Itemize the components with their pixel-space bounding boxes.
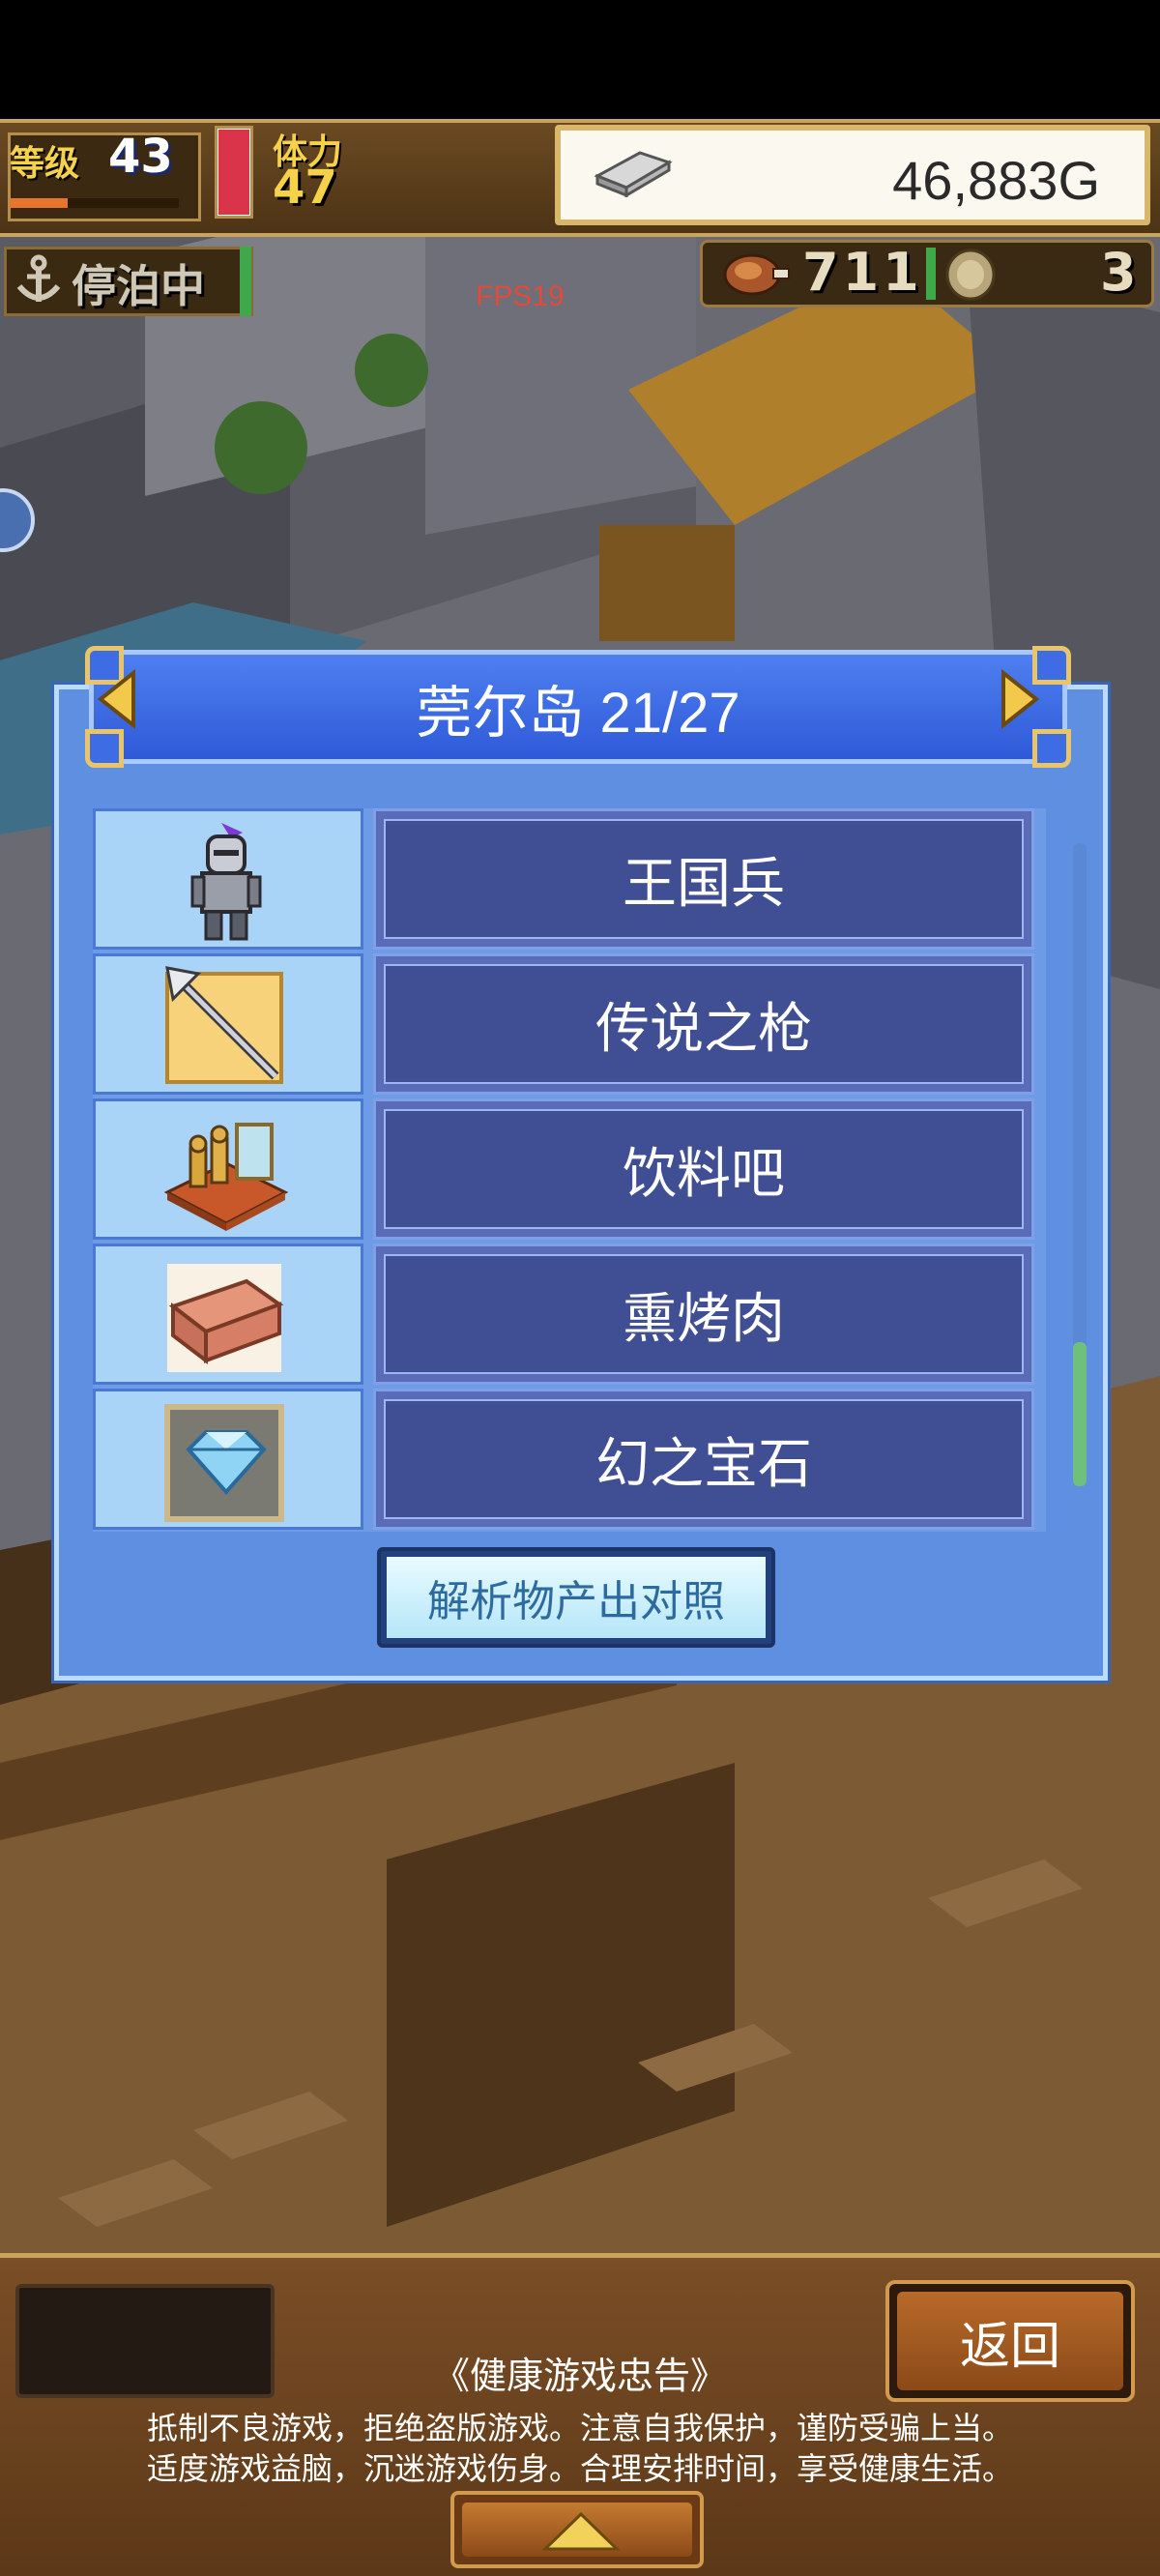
level-value: 43 xyxy=(108,130,173,184)
expand-menu-button[interactable] xyxy=(450,2491,704,2568)
item-name-cell: 饮料吧 xyxy=(373,1098,1034,1240)
item-icon-cell xyxy=(93,1244,363,1385)
medal-count: 3 xyxy=(1100,242,1137,303)
item-icon-cell xyxy=(93,808,363,950)
health-notice-line: 适度游戏益脑，沉迷游戏伤身。合理安排时间，享受健康生活。 xyxy=(146,2451,1013,2486)
food-count: 711 xyxy=(802,242,923,303)
fps-counter: FPS19 xyxy=(476,280,565,312)
health-notice-title: 《健康游戏忠告》 xyxy=(432,2356,727,2397)
list-scrollbar-thumb[interactable] xyxy=(1073,1342,1087,1486)
item-name-cell: 传说之枪 xyxy=(373,953,1034,1095)
item-name-cell: 王国兵 xyxy=(373,808,1034,950)
item-name: 饮料吧 xyxy=(384,1109,1024,1229)
analyze-products-button[interactable]: 解析物产出对照 xyxy=(377,1547,775,1648)
spear-icon xyxy=(165,966,283,1084)
diamond-icon xyxy=(164,1404,284,1522)
list-item[interactable]: 传说之枪 xyxy=(93,953,1046,1097)
dock-status-indicator xyxy=(240,247,251,316)
item-name: 王国兵 xyxy=(384,819,1024,939)
stamina-gauge-fill xyxy=(218,130,249,215)
item-icon-cell xyxy=(93,1389,363,1530)
experience-bar-fill xyxy=(10,198,68,208)
island-title: 莞尔岛 21/27 xyxy=(416,682,740,745)
smoked-meat-icon xyxy=(167,1264,284,1372)
item-name-cell: 幻之宝石 xyxy=(373,1389,1034,1530)
item-name: 传说之枪 xyxy=(384,964,1024,1084)
product-list[interactable]: 王国兵 传说之枪 饮料吧 熏烤肉 幻之宝石 xyxy=(93,808,1046,1532)
item-name-cell: 熏烤肉 xyxy=(373,1244,1034,1385)
analyze-products-label: 解析物产出对照 xyxy=(387,1557,766,1638)
item-name: 幻之宝石 xyxy=(384,1399,1024,1519)
anchor-icon xyxy=(12,253,66,311)
gold-bar-icon xyxy=(592,143,675,201)
item-icon-cell xyxy=(93,1098,363,1240)
list-item[interactable]: 饮料吧 xyxy=(93,1098,1046,1242)
level-label: 等级 xyxy=(10,144,80,184)
list-item[interactable]: 王国兵 xyxy=(93,808,1046,951)
arrow-up-icon xyxy=(541,2511,621,2551)
list-item[interactable]: 幻之宝石 xyxy=(93,1389,1046,1532)
medal-coin-icon xyxy=(942,248,999,306)
list-item[interactable]: 熏烤肉 xyxy=(93,1244,1046,1387)
gold-amount: 46,883G xyxy=(892,150,1100,211)
health-notice-line: 抵制不良游戏，拒绝盗版游戏。注意自我保护，谨防受骗上当。 xyxy=(146,2411,1013,2445)
knight-icon xyxy=(190,823,262,941)
item-name: 熏烤肉 xyxy=(384,1254,1024,1374)
drink-bar-icon xyxy=(163,1123,289,1231)
item-icon-cell xyxy=(93,953,363,1095)
meat-icon xyxy=(719,248,791,304)
dock-status-label: 停泊中 xyxy=(72,260,205,312)
stamina-value: 47 xyxy=(273,161,337,215)
food-indicator xyxy=(926,248,936,300)
